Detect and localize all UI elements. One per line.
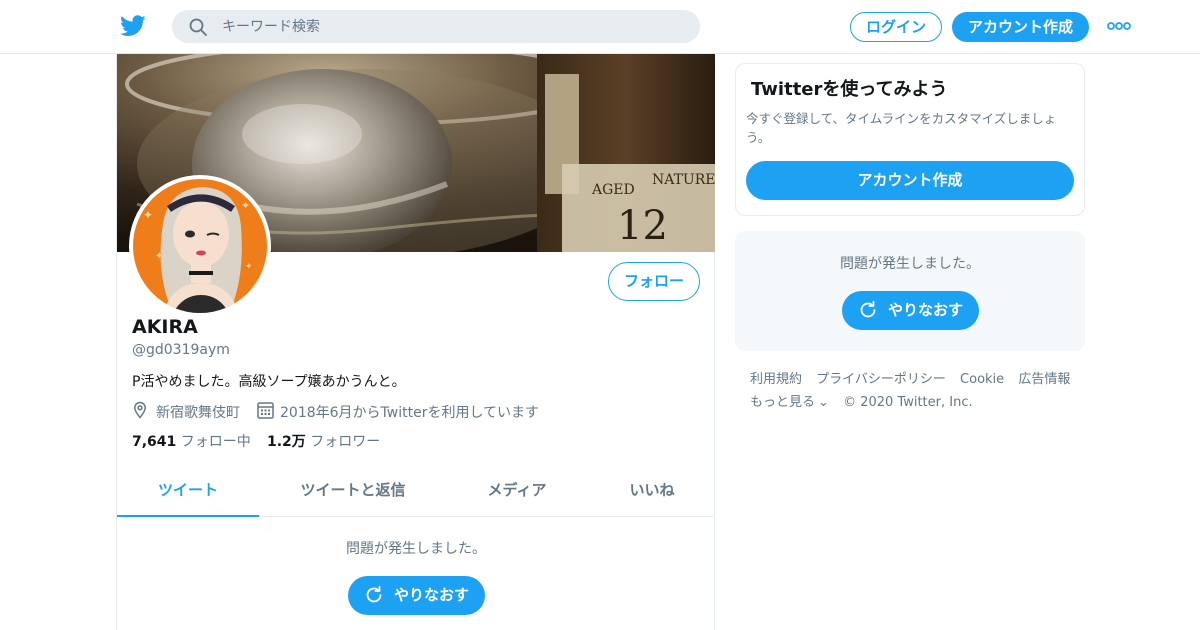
following-stat[interactable]: 7,641 フォロー中: [132, 434, 251, 450]
tab-likes[interactable]: いいね: [607, 466, 697, 517]
signup-promo-card: Twitterを使ってみよう 今すぐ登録して、タイムラインをカスタマイズしましょ…: [735, 63, 1085, 216]
search-box[interactable]: [172, 10, 700, 43]
twitter-bird-icon[interactable]: [120, 14, 146, 38]
refresh-icon: [860, 300, 876, 318]
footer-copyright: © 2020 Twitter, Inc.: [843, 395, 973, 410]
tab-tweets-and-replies[interactable]: ツイートと返信: [285, 466, 421, 517]
profile-bio: P活やめました。高級ソープ嬢あかうんと。: [132, 374, 406, 390]
follow-button[interactable]: フォロー: [608, 262, 700, 301]
signup-card-description: 今すぐ登録して、タイムラインをカスタマイズしましょう。: [746, 111, 1057, 145]
signup-card-button[interactable]: アカウント作成: [746, 161, 1074, 200]
top-navigation-bar: ログイン アカウント作成: [0, 0, 1200, 54]
svg-text:✦: ✦: [143, 208, 153, 222]
profile-name: AKIRA: [132, 316, 198, 338]
footer-link-privacy[interactable]: プライバシーポリシー: [816, 372, 946, 387]
footer-link-terms[interactable]: 利用規約: [750, 372, 802, 387]
footer-more-label: もっと見る: [750, 395, 816, 410]
timeline-error-message: 問題が発生しました。: [346, 541, 486, 557]
retry-label: やりなおす: [394, 586, 470, 604]
signup-card-title: Twitterを使ってみよう: [751, 79, 948, 100]
profile-avatar[interactable]: ✦ ✦ ✦ ✦: [129, 175, 271, 317]
svg-text:✦: ✦: [241, 199, 250, 212]
following-label: フォロー中: [180, 434, 251, 450]
svg-text:AGED: AGED: [591, 182, 635, 198]
signup-button[interactable]: アカウント作成: [952, 12, 1089, 42]
refresh-icon: [366, 585, 382, 603]
timeline-retry-button[interactable]: やりなおす: [348, 576, 485, 615]
location-pin-icon: [134, 401, 146, 419]
svg-text:NATURE: NATURE: [652, 172, 715, 188]
chevron-down-icon: ⌄: [818, 395, 829, 410]
following-count: 7,641: [132, 434, 177, 450]
login-button[interactable]: ログイン: [850, 12, 942, 42]
footer-more-link[interactable]: もっと見る ⌄: [750, 395, 829, 410]
profile-tabs: ツイート ツイートと返信 メディア いいね: [117, 466, 715, 517]
svg-text:✦: ✦: [245, 262, 253, 272]
footer-link-ads-info[interactable]: 広告情報: [1018, 372, 1070, 387]
svg-text:12: 12: [617, 203, 668, 249]
tab-tweets[interactable]: ツイート: [117, 466, 259, 517]
search-input[interactable]: [222, 10, 682, 43]
profile-handle[interactable]: @gd0319aym: [132, 342, 230, 358]
profile-location: 新宿歌舞伎町: [156, 405, 240, 421]
tab-media[interactable]: メディア: [467, 466, 567, 517]
profile-join-date: 2018年6月からTwitterを利用しています: [280, 405, 540, 421]
sidebar-error-card: 問題が発生しました。 やりなおす: [735, 231, 1085, 351]
retry-label: やりなおす: [888, 301, 964, 319]
profile-column: AGED 12 NATURE ✦ ✦ ✦ ✦ フォロー AKIRA @gd031…: [116, 54, 715, 630]
more-dots-icon[interactable]: [1106, 18, 1132, 34]
footer-link-cookie[interactable]: Cookie: [960, 372, 1004, 387]
profile-stats: 7,641 フォロー中 1.2万 フォロワー: [132, 431, 380, 451]
followers-stat[interactable]: 1.2万 フォロワー: [267, 431, 380, 451]
sidebar-error-message: 問題が発生しました。: [840, 256, 980, 272]
followers-label: フォロワー: [310, 434, 381, 450]
sidebar-footer: 利用規約 プライバシーポリシー Cookie 広告情報 もっと見る ⌄ © 202…: [750, 368, 1085, 414]
sidebar-retry-button[interactable]: やりなおす: [842, 291, 979, 330]
search-icon: [189, 18, 207, 36]
calendar-icon: [257, 402, 274, 419]
followers-count: 1.2万: [267, 434, 306, 450]
